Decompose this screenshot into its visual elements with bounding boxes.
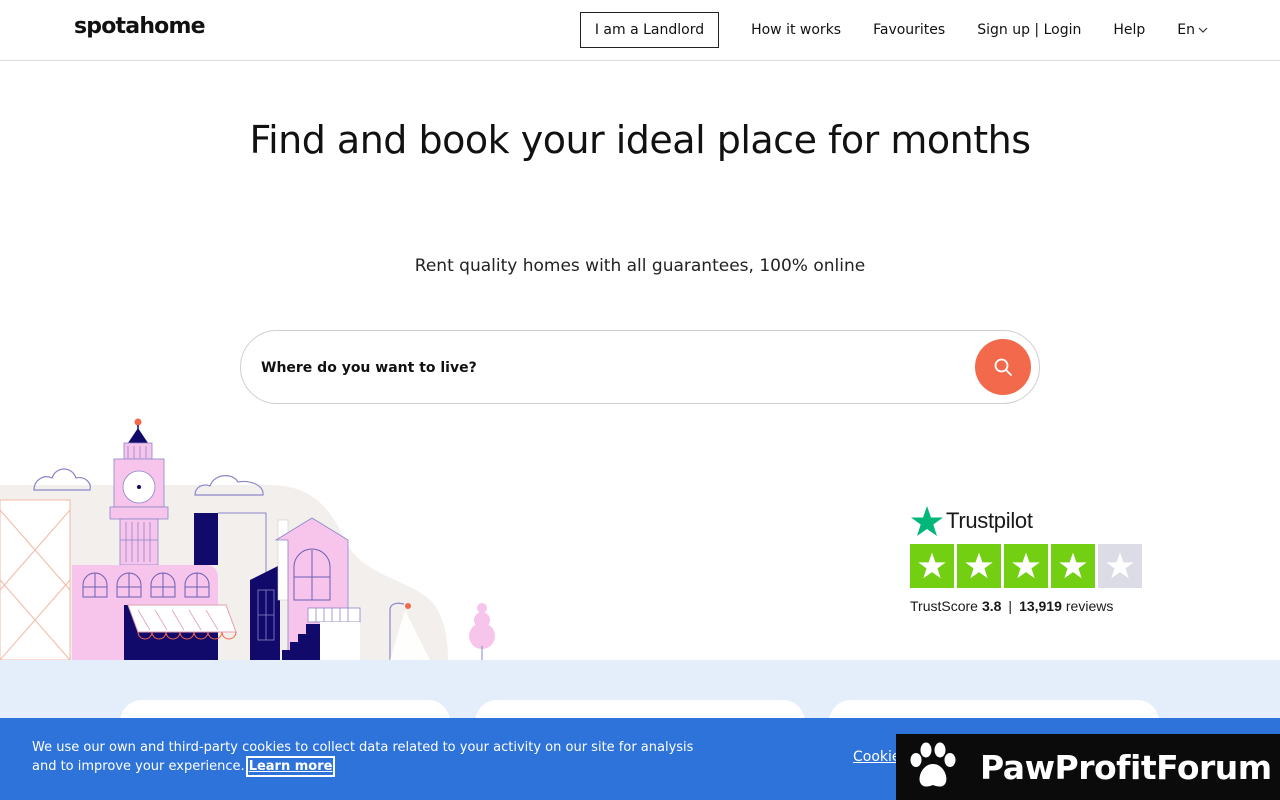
nav-signup-login[interactable]: Sign up | Login xyxy=(977,22,1081,38)
search-button[interactable] xyxy=(975,339,1031,395)
watermark-overlay: PawProfitForum xyxy=(896,734,1280,800)
nav-how-it-works[interactable]: How it works xyxy=(751,22,841,38)
nav-help[interactable]: Help xyxy=(1113,22,1145,38)
learn-more-link[interactable]: Learn more xyxy=(245,756,336,777)
watermark-text: PawProfitForum xyxy=(980,747,1272,787)
language-label: En xyxy=(1177,22,1195,38)
trustpilot-brand: Trustpilot xyxy=(946,508,1033,533)
cookie-text: We use our own and third-party cookies t… xyxy=(32,740,694,774)
trustscore-value: 3.8 xyxy=(981,598,1002,614)
chevron-down-icon xyxy=(1198,27,1208,33)
trustpilot-star-box xyxy=(1051,544,1095,588)
language-selector[interactable]: En xyxy=(1177,22,1208,38)
trustscore-separator: | xyxy=(1008,598,1013,614)
trustpilot-star-box xyxy=(910,544,954,588)
nav-favourites[interactable]: Favourites xyxy=(873,22,945,38)
top-header: spotahome I am a Landlord How it works F… xyxy=(0,0,1280,61)
reviews-label: reviews xyxy=(1065,598,1114,614)
star-icon xyxy=(965,552,993,579)
city-illustration xyxy=(0,418,495,660)
spotahome-logo[interactable]: spotahome xyxy=(74,14,206,39)
landlord-button[interactable]: I am a Landlord xyxy=(579,12,720,48)
search-bar xyxy=(240,330,1040,404)
trustpilot-widget[interactable]: Trustpilot TrustScore 3.8 | 13,919 revie… xyxy=(910,504,1150,614)
trustpilot-stars xyxy=(910,544,1150,588)
star-icon xyxy=(1012,552,1040,579)
trustpilot-star-box xyxy=(1004,544,1048,588)
hero-title: Find and book your ideal place for month… xyxy=(249,118,1032,162)
trustpilot-score-line: TrustScore 3.8 | 13,919 reviews xyxy=(910,598,1150,614)
trustpilot-star-box xyxy=(957,544,1001,588)
trustpilot-star-icon xyxy=(911,506,943,536)
cookie-settings-link[interactable]: Cookie xyxy=(853,749,901,765)
star-icon xyxy=(1059,552,1087,579)
cookie-text-block: We use our own and third-party cookies t… xyxy=(32,738,712,777)
trustscore-label: TrustScore xyxy=(910,598,978,614)
star-icon xyxy=(918,552,946,579)
search-input[interactable] xyxy=(261,353,961,383)
star-icon xyxy=(1106,552,1134,579)
trustpilot-header: Trustpilot xyxy=(910,504,1150,538)
reviews-count: 13,919 xyxy=(1019,598,1062,614)
search-icon xyxy=(994,358,1012,376)
paw-icon xyxy=(910,742,956,787)
main-nav: I am a Landlord How it works Favourites … xyxy=(579,12,1208,48)
trustpilot-star-box xyxy=(1098,544,1142,588)
hero-subtitle: Rent quality homes with all guarantees, … xyxy=(414,256,866,276)
